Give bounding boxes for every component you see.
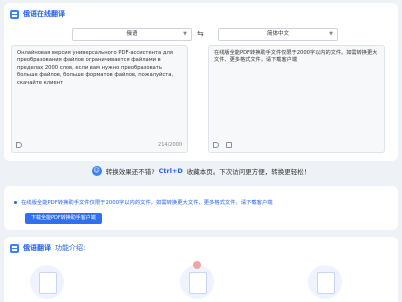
source-language-select[interactable]: 俄语 ▼ xyxy=(72,28,192,41)
feedback-prefix: 转换效果还不错? xyxy=(105,168,155,176)
smile-icon: ☺ xyxy=(91,166,102,176)
feedback-line: ☺ 转换效果还不错? Ctrl+D 收藏本页。下次访问更方便，转换更轻松！ xyxy=(0,166,402,176)
bullet-dot xyxy=(14,200,17,204)
features-title-text: 俄语翻译 xyxy=(23,244,51,252)
features-title: 俄语翻译 功能介绍: xyxy=(10,243,85,253)
source-text-area[interactable]: Онлайновая версия универсального PDF-асс… xyxy=(11,45,188,153)
chevron-down-icon: ▼ xyxy=(183,31,187,37)
translate-icon xyxy=(10,9,19,19)
target-language-select[interactable]: 简体中文 ▼ xyxy=(218,28,338,41)
features-card: 俄语翻译 功能介绍: xyxy=(4,237,398,302)
source-language-label: 俄语 xyxy=(126,31,138,37)
translator-card: 俄语在线翻译 俄语 ▼ ⇆ 简体中文 ▼ Онлайновая версия у… xyxy=(4,3,398,161)
feature-illustration-2 xyxy=(180,261,214,299)
chevron-down-icon: ▼ xyxy=(329,31,333,37)
hint-text: 在线版全能PDF转换助手文件仅限于2000字以内的文件。如需转换更大文件、更多格… xyxy=(21,200,273,206)
feedback-suffix: 收藏本页。下次访问更方便，转换更轻松！ xyxy=(186,168,311,176)
features-subtitle: 功能介绍: xyxy=(55,244,86,252)
copy-icon[interactable] xyxy=(226,142,232,148)
card-title: 俄语在线翻译 xyxy=(10,9,65,19)
hint-card: 在线版全能PDF转换助手文件仅限于2000字以内的文件。如需转换更大文件、更多格… xyxy=(4,186,398,230)
target-text-area: 在线版全能PDF转换助手文件仅限于2000字以内的文件。如需转换更大文件、更多格… xyxy=(208,45,385,153)
speaker-icon[interactable] xyxy=(213,142,219,148)
feature-illustration-1 xyxy=(30,265,64,299)
target-text: 在线版全能PDF转换助手文件仅限于2000字以内的文件。如需转换更大文件、更多格… xyxy=(214,50,378,64)
hint-line: 在线版全能PDF转换助手文件仅限于2000字以内的文件。如需转换更大文件、更多格… xyxy=(14,198,273,206)
feature-illustration-3 xyxy=(308,265,342,299)
char-counter: 214/2000 xyxy=(158,142,182,148)
speaker-icon[interactable] xyxy=(16,142,22,148)
source-text[interactable]: Онлайновая версия универсального PDF-асс… xyxy=(17,50,183,87)
download-client-button[interactable]: 下载全能PDF转换助手客户端 xyxy=(25,213,102,224)
target-language-label: 简体中文 xyxy=(266,31,289,37)
swap-icon[interactable]: ⇆ xyxy=(197,29,204,38)
shortcut-text: Ctrl+D xyxy=(158,167,183,175)
translate-icon xyxy=(10,243,19,253)
page-title: 俄语在线翻译 xyxy=(23,10,65,18)
